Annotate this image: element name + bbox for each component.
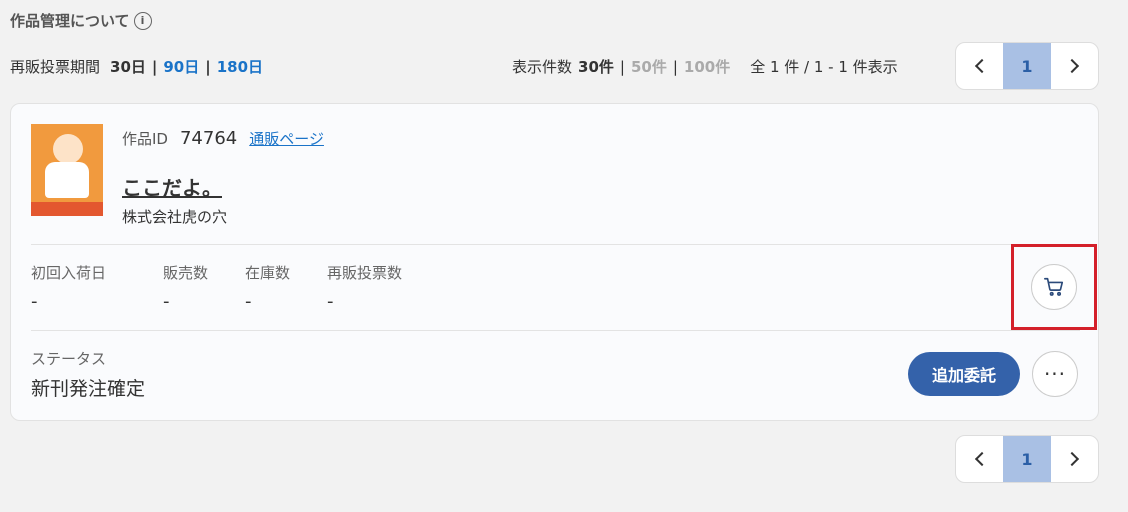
- pagination-top: 1: [955, 42, 1099, 90]
- work-id-label: 作品ID: [122, 130, 168, 148]
- period-option-90[interactable]: 90日: [163, 56, 199, 77]
- cart-button[interactable]: [1031, 264, 1077, 310]
- work-meta: 作品ID 74764 通販ページ: [122, 128, 324, 149]
- work-stats: 初回入荷日 - 販売数 - 在庫数 - 再販投票数 -: [31, 262, 437, 312]
- chevron-right-icon: [1065, 451, 1080, 467]
- count-option-100[interactable]: 100件: [684, 56, 730, 77]
- page-number-button[interactable]: 1: [1003, 43, 1051, 89]
- chevron-left-icon: [974, 451, 989, 467]
- stat-first-arrival: 初回入荷日 -: [31, 264, 107, 312]
- resale-period-label: 再販投票期間: [10, 58, 101, 76]
- result-count-text: 全 1 件 / 1 - 1 件表示: [750, 58, 898, 76]
- more-icon: ···: [1043, 362, 1067, 386]
- count-option-50[interactable]: 50件: [631, 56, 667, 77]
- more-options-button[interactable]: ···: [1032, 351, 1078, 397]
- divider: [31, 244, 1080, 245]
- work-id: 74764: [179, 128, 238, 149]
- mail-order-page-link[interactable]: 通販ページ: [249, 128, 324, 149]
- add-consignment-button[interactable]: 追加委託: [908, 352, 1020, 396]
- resale-period-selector: 再販投票期間 30日 | 90日 | 180日: [10, 56, 264, 77]
- pagination-bottom: 1: [955, 435, 1099, 483]
- next-page-button[interactable]: [1051, 43, 1098, 89]
- chevron-left-icon: [974, 58, 989, 74]
- info-icon[interactable]: i: [133, 11, 152, 30]
- stat-sales: 販売数 -: [163, 264, 209, 312]
- prev-page-button[interactable]: [956, 43, 1003, 89]
- cart-icon: [1044, 277, 1064, 296]
- divider: [31, 330, 1080, 331]
- prev-page-button[interactable]: [956, 436, 1003, 482]
- period-option-180[interactable]: 180日: [217, 56, 263, 77]
- stat-stock: 在庫数 -: [245, 264, 291, 312]
- section-header: 作品管理について i: [10, 10, 152, 31]
- page-number-button[interactable]: 1: [1003, 436, 1051, 482]
- chevron-right-icon: [1065, 58, 1080, 74]
- display-count-selector: 表示件数 30件 | 50件 | 100件 全 1 件 / 1 - 1 件表示: [512, 56, 898, 77]
- work-title[interactable]: ここだよ。: [122, 172, 222, 201]
- work-card: 作品ID 74764 通販ページ ここだよ。 株式会社虎の穴 初回入荷日 - 販…: [10, 103, 1099, 421]
- next-page-button[interactable]: [1051, 436, 1098, 482]
- publisher-name: 株式会社虎の穴: [122, 208, 228, 226]
- status-label: ステータス: [31, 350, 107, 368]
- work-thumbnail[interactable]: [31, 124, 103, 216]
- display-count-label: 表示件数: [512, 58, 573, 76]
- period-option-30[interactable]: 30日: [110, 56, 146, 77]
- page-title: 作品管理について: [10, 12, 130, 30]
- status-value: 新刊発注確定: [31, 378, 146, 400]
- stat-resale-votes: 再販投票数 -: [327, 264, 403, 312]
- count-option-30[interactable]: 30件: [578, 56, 614, 77]
